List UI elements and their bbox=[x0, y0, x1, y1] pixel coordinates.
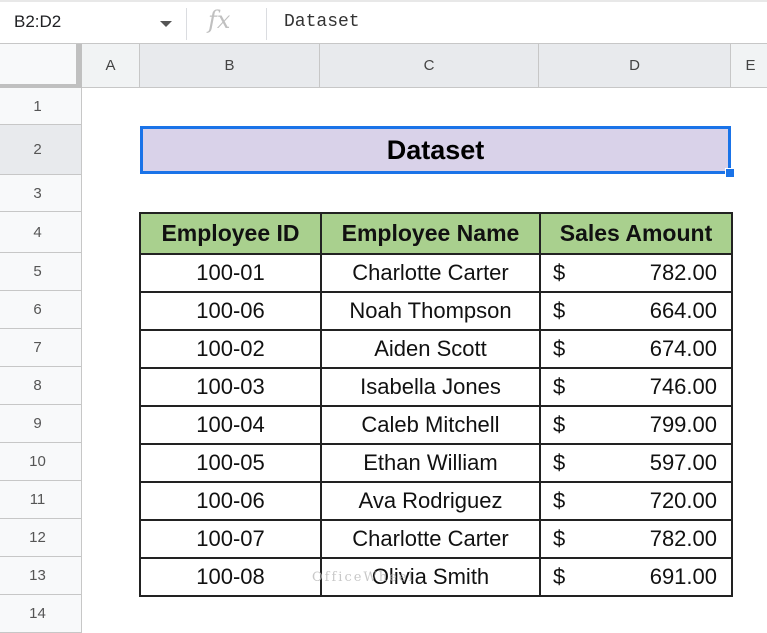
row-header[interactable]: 13 bbox=[0, 557, 82, 595]
employee-id-cell[interactable]: 100-03 bbox=[139, 367, 322, 407]
formula-bar: B2:D2 fx Dataset bbox=[0, 0, 767, 44]
divider bbox=[186, 8, 187, 40]
employee-id-cell[interactable]: 100-01 bbox=[139, 253, 322, 293]
table-row: 100-03 Isabella Jones $746.00 bbox=[139, 367, 733, 407]
sales-amount-cell[interactable]: $782.00 bbox=[539, 253, 733, 293]
sales-amount-cell[interactable]: $691.00 bbox=[539, 557, 733, 597]
employee-name-cell[interactable]: Aiden Scott bbox=[320, 329, 541, 369]
employee-name-cell[interactable]: Ethan William bbox=[320, 443, 541, 483]
employee-name-cell[interactable]: Isabella Jones bbox=[320, 367, 541, 407]
sales-amount-cell[interactable]: $799.00 bbox=[539, 405, 733, 445]
employee-id-cell[interactable]: 100-06 bbox=[139, 291, 322, 331]
sales-amount-cell[interactable]: $664.00 bbox=[539, 291, 733, 331]
amount-value: 746.00 bbox=[649, 374, 717, 399]
row-header[interactable]: 2 bbox=[0, 125, 82, 175]
column-header-e[interactable]: E bbox=[731, 44, 767, 88]
employee-id-cell[interactable]: 100-06 bbox=[139, 481, 322, 521]
row-header[interactable]: 8 bbox=[0, 367, 82, 405]
row-header[interactable]: 3 bbox=[0, 175, 82, 212]
watermark: OfficeWheel bbox=[312, 570, 415, 585]
employee-name-cell[interactable]: Charlotte Carter bbox=[320, 519, 541, 559]
header-sales-amount[interactable]: Sales Amount bbox=[539, 212, 733, 255]
column-header-b[interactable]: B bbox=[140, 44, 320, 88]
column-header-d[interactable]: D bbox=[539, 44, 731, 88]
dataset-title-cell[interactable]: Dataset bbox=[140, 126, 731, 174]
select-all-corner[interactable] bbox=[0, 44, 82, 88]
row-header[interactable]: 1 bbox=[0, 88, 82, 125]
amount-value: 664.00 bbox=[649, 298, 717, 323]
column-header-a[interactable]: A bbox=[82, 44, 140, 88]
formula-input[interactable]: Dataset bbox=[284, 12, 360, 32]
currency-symbol: $ bbox=[553, 526, 566, 551]
divider bbox=[266, 8, 267, 40]
fill-handle[interactable] bbox=[725, 168, 735, 178]
row-header[interactable]: 11 bbox=[0, 481, 82, 519]
table-row: 100-07 Charlotte Carter $782.00 bbox=[139, 519, 733, 559]
employee-id-cell[interactable]: 100-02 bbox=[139, 329, 322, 369]
employee-id-cell[interactable]: 100-07 bbox=[139, 519, 322, 559]
fx-icon: fx bbox=[208, 6, 231, 34]
currency-symbol: $ bbox=[553, 488, 566, 513]
row-header[interactable]: 14 bbox=[0, 595, 82, 633]
amount-value: 597.00 bbox=[649, 450, 717, 475]
table-row: 100-05 Ethan William $597.00 bbox=[139, 443, 733, 483]
amount-value: 674.00 bbox=[649, 336, 717, 361]
currency-symbol: $ bbox=[553, 412, 566, 437]
amount-value: 799.00 bbox=[649, 412, 717, 437]
amount-value: 782.00 bbox=[649, 260, 717, 285]
table-row: 100-01 Charlotte Carter $782.00 bbox=[139, 253, 733, 293]
currency-symbol: $ bbox=[553, 260, 566, 285]
currency-symbol: $ bbox=[553, 564, 566, 589]
employee-name-cell[interactable]: Charlotte Carter bbox=[320, 253, 541, 293]
employee-sales-table: Employee ID Employee Name Sales Amount 1… bbox=[139, 212, 733, 597]
sales-amount-cell[interactable]: $782.00 bbox=[539, 519, 733, 559]
row-header[interactable]: 4 bbox=[0, 212, 82, 253]
header-employee-name[interactable]: Employee Name bbox=[320, 212, 541, 255]
employee-name-cell[interactable]: Ava Rodriguez bbox=[320, 481, 541, 521]
currency-symbol: $ bbox=[553, 298, 566, 323]
employee-id-cell[interactable]: 100-04 bbox=[139, 405, 322, 445]
employee-id-cell[interactable]: 100-05 bbox=[139, 443, 322, 483]
column-header-c[interactable]: C bbox=[320, 44, 539, 88]
name-box[interactable]: B2:D2 bbox=[14, 12, 61, 32]
amount-value: 782.00 bbox=[649, 526, 717, 551]
header-employee-id[interactable]: Employee ID bbox=[139, 212, 322, 255]
row-header[interactable]: 7 bbox=[0, 329, 82, 367]
chevron-down-icon[interactable] bbox=[160, 21, 172, 27]
table-row: 100-04 Caleb Mitchell $799.00 bbox=[139, 405, 733, 445]
currency-symbol: $ bbox=[553, 374, 566, 399]
sales-amount-cell[interactable]: $674.00 bbox=[539, 329, 733, 369]
sales-amount-cell[interactable]: $597.00 bbox=[539, 443, 733, 483]
row-header[interactable]: 10 bbox=[0, 443, 82, 481]
amount-value: 691.00 bbox=[649, 564, 717, 589]
currency-symbol: $ bbox=[553, 336, 566, 361]
table-row: 100-02 Aiden Scott $674.00 bbox=[139, 329, 733, 369]
sales-amount-cell[interactable]: $746.00 bbox=[539, 367, 733, 407]
employee-name-cell[interactable]: Caleb Mitchell bbox=[320, 405, 541, 445]
row-header[interactable]: 5 bbox=[0, 253, 82, 291]
sales-amount-cell[interactable]: $720.00 bbox=[539, 481, 733, 521]
row-header[interactable]: 12 bbox=[0, 519, 82, 557]
table-row: 100-06 Ava Rodriguez $720.00 bbox=[139, 481, 733, 521]
currency-symbol: $ bbox=[553, 450, 566, 475]
row-header[interactable]: 9 bbox=[0, 405, 82, 443]
amount-value: 720.00 bbox=[649, 488, 717, 513]
table-row: 100-08 Olivia Smith $691.00 bbox=[139, 557, 733, 597]
table-row: 100-06 Noah Thompson $664.00 bbox=[139, 291, 733, 331]
employee-id-cell[interactable]: 100-08 bbox=[139, 557, 322, 597]
employee-name-cell[interactable]: Noah Thompson bbox=[320, 291, 541, 331]
row-header[interactable]: 6 bbox=[0, 291, 82, 329]
